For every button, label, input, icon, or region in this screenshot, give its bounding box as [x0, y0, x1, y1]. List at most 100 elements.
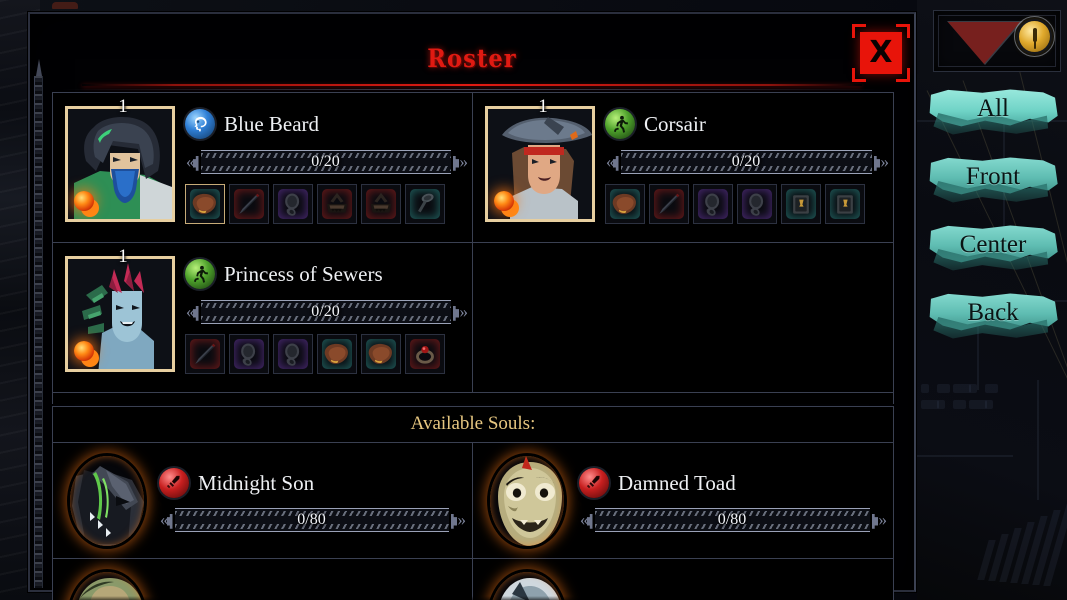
background-rubble — [985, 384, 998, 393]
hero-item-slot[interactable] — [185, 334, 225, 374]
hero-name: Blue Beard — [224, 111, 320, 136]
filter-button-all[interactable]: All — [927, 88, 1059, 136]
filter-button-back[interactable]: Back — [927, 292, 1059, 340]
xp-bar-right-ornament: » — [451, 303, 468, 321]
xp-bar-left-ornament: « — [185, 153, 201, 171]
hero-xp-track: 0/20 — [200, 150, 451, 174]
hero-level-badge: 1 — [538, 96, 548, 117]
background-rubble — [937, 400, 945, 409]
hero-item-slot[interactable] — [649, 184, 689, 224]
soul-portrait-wrap[interactable] — [481, 451, 573, 551]
hero-soul-orb-icon — [74, 191, 94, 211]
hero-xp-bar: « 0/20 » — [185, 148, 468, 176]
soul-header: Midnight Son — [159, 467, 464, 499]
melee-class-icon — [159, 468, 189, 498]
game-screen: Roster X 1 Blue Beard « 0/20 » 1 Corsair « 0/20 »… — [0, 0, 1067, 600]
close-icon: X — [869, 35, 893, 70]
soul-card[interactable]: Midnight Son « 0/80 » — [53, 443, 473, 559]
soul-xp-track: 0/80 — [174, 508, 449, 532]
soul-info: Midnight Son « 0/80 » — [153, 467, 466, 534]
hero-header: Corsair — [605, 107, 887, 141]
souls-grid: Midnight Son « 0/80 » Damned Toad « 0/80 » Ettin… — [53, 443, 893, 600]
soul-xp-bar: « 0/80 » — [159, 506, 466, 534]
hero-info: Corsair « 0/20 » — [599, 101, 889, 224]
available-souls-title: Available Souls: — [410, 413, 536, 434]
filter-button-label: All — [977, 95, 1009, 122]
soul-card[interactable]: Ettin — [53, 559, 473, 600]
soul-portrait-wrap[interactable] — [61, 567, 153, 600]
hero-item-slot[interactable] — [825, 184, 865, 224]
background-block — [1043, 504, 1067, 586]
soul-portrait-art — [70, 455, 144, 546]
soul-card[interactable]: Wolf Scoundrel — [473, 559, 893, 600]
soul-name: Midnight Son — [198, 470, 315, 495]
available-souls-header-bar: Available Souls: — [52, 406, 894, 442]
hero-info: Princess of Sewers « 0/20 » — [179, 251, 468, 374]
soul-xp-value: 0/80 — [717, 511, 747, 528]
hero-item-slot[interactable] — [693, 184, 733, 224]
roster-hero-card[interactable]: 1 Princess of Sewers « 0/20 » — [53, 243, 473, 393]
roster-slot-empty — [473, 243, 893, 393]
hero-item-slots — [185, 184, 466, 224]
hero-portrait-wrap[interactable]: 1 — [61, 247, 179, 375]
melee-class-icon — [579, 468, 609, 498]
hero-item-slot[interactable] — [317, 334, 357, 374]
hero-xp-track: 0/20 — [620, 150, 872, 174]
xp-bar-left-ornament: « — [605, 153, 621, 171]
background-block — [1032, 510, 1061, 585]
available-souls-panel[interactable]: Midnight Son « 0/80 » Damned Toad « 0/80 » Ettin… — [52, 442, 894, 600]
hero-xp-value: 0/20 — [311, 153, 340, 170]
hero-item-slot[interactable] — [781, 184, 821, 224]
roster-grid: 1 Blue Beard « 0/20 » 1 Corsair « 0/20 » 1 Princess… — [53, 93, 893, 404]
soul-name: Damned Toad — [618, 470, 736, 495]
filter-button-front[interactable]: Front — [927, 156, 1059, 204]
background-rubble — [953, 384, 971, 393]
soul-portrait-wrap[interactable] — [481, 567, 573, 600]
hero-xp-track: 0/20 — [200, 300, 451, 324]
soul-portrait-art — [70, 571, 144, 600]
filter-button-center[interactable]: Center — [927, 224, 1059, 272]
hero-item-slot[interactable] — [229, 334, 269, 374]
soul-card[interactable]: Damned Toad « 0/80 » — [473, 443, 893, 559]
soul-xp-value: 0/80 — [297, 511, 326, 528]
title-divider-secondary — [60, 89, 884, 90]
hero-item-slot[interactable] — [361, 184, 401, 224]
hero-item-slot[interactable] — [185, 184, 225, 224]
hero-level-badge: 1 — [118, 246, 128, 267]
mind-class-icon — [185, 109, 215, 139]
xp-bar-left-ornament: « — [159, 511, 175, 529]
soul-portrait-wrap[interactable] — [61, 451, 153, 551]
hero-portrait-wrap[interactable]: 1 — [61, 97, 179, 225]
background-block — [1021, 516, 1048, 584]
window-left-ornament — [34, 59, 43, 588]
roster-hero-card[interactable]: 1 Blue Beard « 0/20 » — [53, 93, 473, 243]
xp-bar-right-ornament: » — [449, 511, 466, 529]
soul-xp-bar: « 0/80 » — [579, 506, 887, 534]
filter-button-label: Back — [967, 299, 1019, 326]
top-right-hud[interactable] — [933, 10, 1061, 72]
hero-item-slot[interactable] — [273, 334, 313, 374]
background-rubble — [921, 384, 929, 393]
agility-class-icon — [605, 109, 635, 139]
hero-item-slot[interactable] — [405, 334, 445, 374]
souls-header-divider — [53, 406, 893, 407]
hero-item-slot[interactable] — [361, 334, 401, 374]
hero-item-slot[interactable] — [273, 184, 313, 224]
hero-xp-value: 0/20 — [311, 303, 340, 320]
roster-hero-card[interactable]: 1 Corsair « 0/20 » — [473, 93, 893, 243]
xp-bar-left-ornament: « — [579, 511, 595, 529]
hero-item-slot[interactable] — [737, 184, 777, 224]
hero-item-slot[interactable] — [405, 184, 445, 224]
title-divider — [82, 84, 862, 86]
hero-item-slot[interactable] — [317, 184, 357, 224]
background-block — [999, 528, 1022, 582]
toad-creature-portrait — [487, 452, 567, 549]
background-girder — [917, 455, 1013, 457]
soul-portrait-art — [490, 571, 564, 600]
close-button[interactable]: X — [852, 24, 910, 82]
hero-item-slot[interactable] — [229, 184, 269, 224]
hero-item-slot[interactable] — [605, 184, 645, 224]
gold-coin-icon[interactable] — [1019, 21, 1050, 52]
background-block — [1010, 522, 1035, 583]
hero-portrait-wrap[interactable]: 1 — [481, 97, 599, 225]
